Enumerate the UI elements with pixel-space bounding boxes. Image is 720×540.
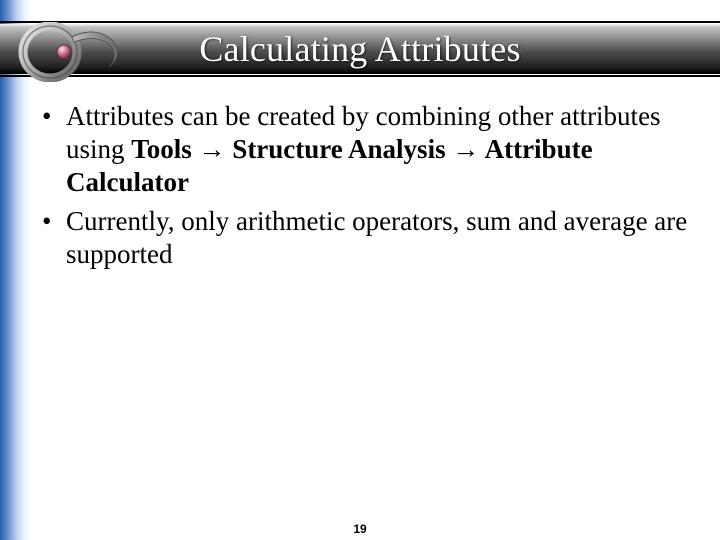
- chimera-logo-icon: [14, 22, 124, 82]
- page-number: 19: [0, 522, 720, 536]
- bullet-list: Attributes can be created by combining o…: [38, 100, 706, 271]
- slide: Calculating Attributes: [0, 0, 720, 540]
- bullet-item: Currently, only arithmetic operators, su…: [38, 205, 706, 271]
- content-area: Attributes can be created by combining o…: [38, 100, 706, 277]
- menu-path: Tools → Structure Analysis → Attribute C…: [66, 134, 593, 197]
- bullet-text-pre: Currently, only arithmetic operators, su…: [66, 206, 687, 269]
- header: Calculating Attributes: [0, 14, 720, 84]
- bullet-item: Attributes can be created by combining o…: [38, 100, 706, 199]
